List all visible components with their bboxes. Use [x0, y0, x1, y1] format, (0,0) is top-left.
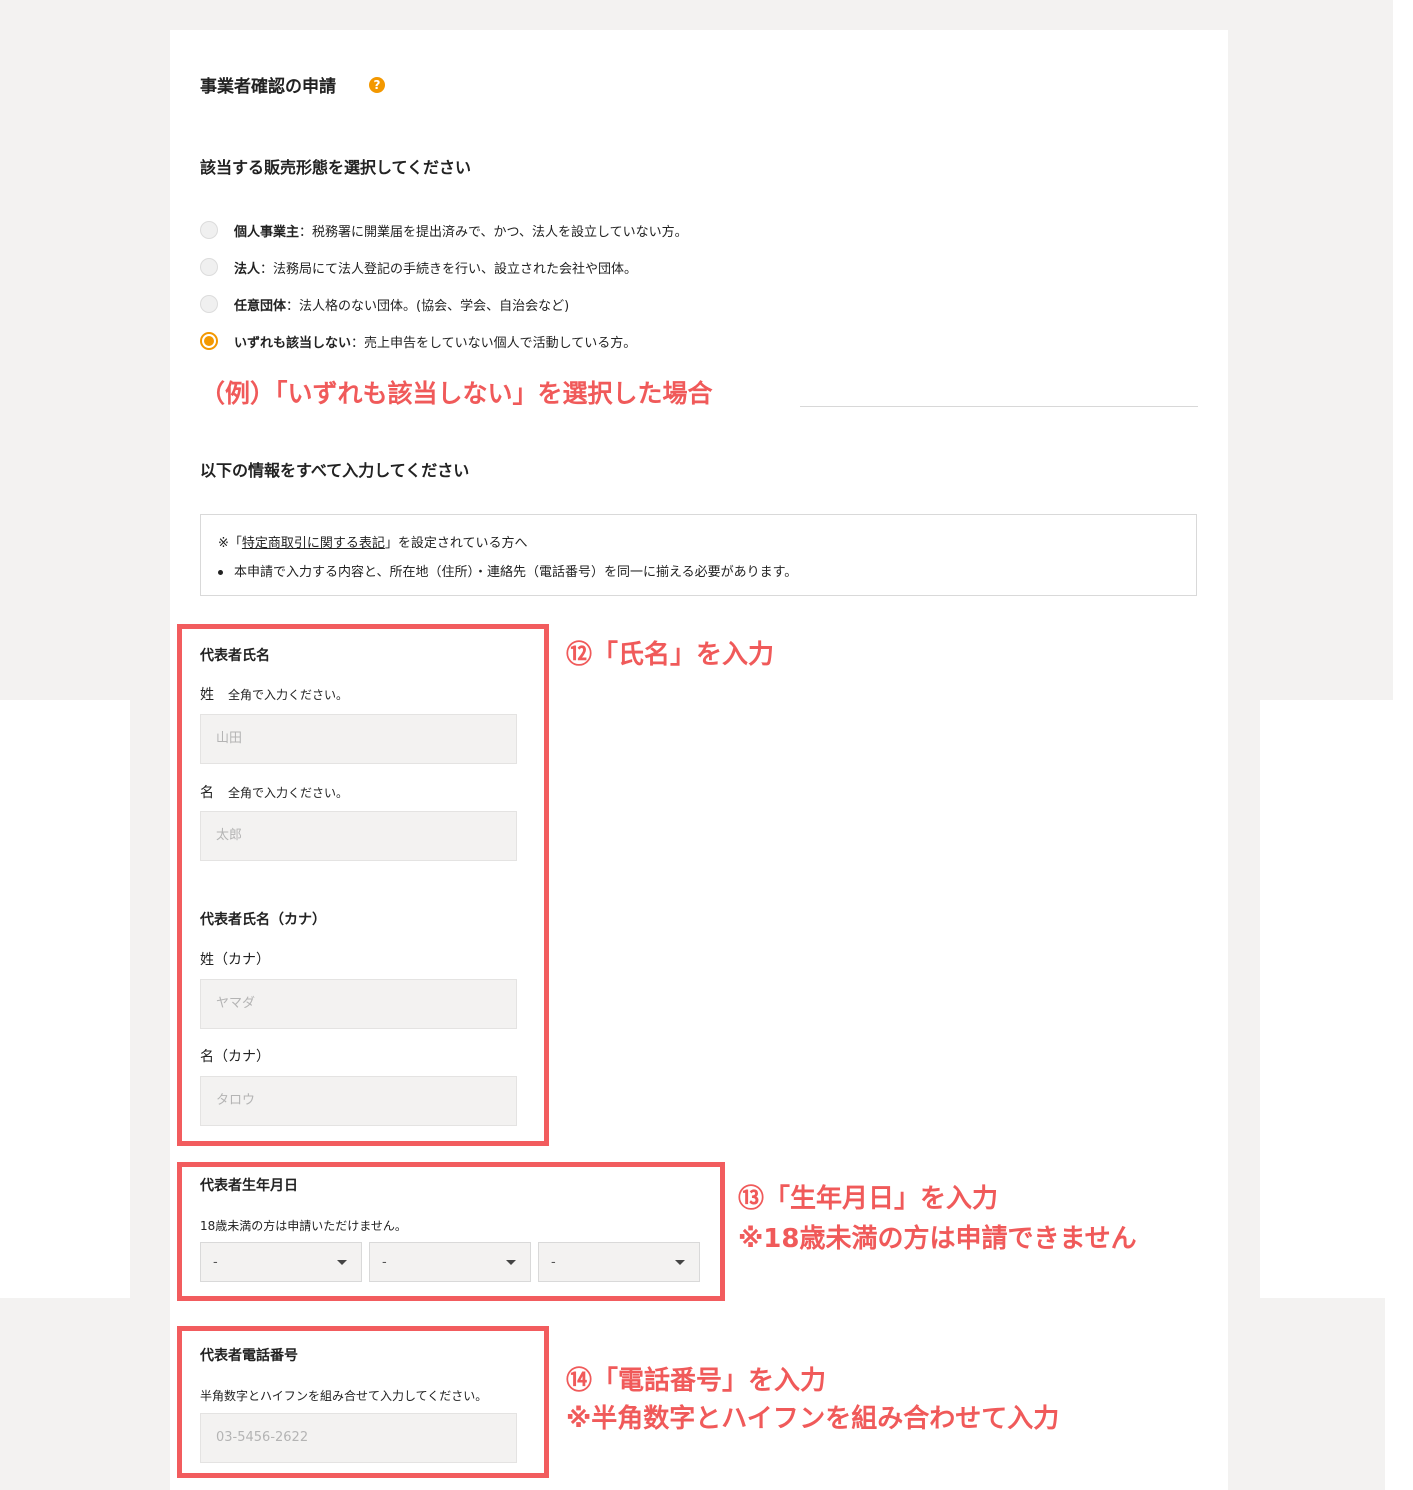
radio-button[interactable] [200, 258, 218, 276]
sales-type-heading: 該当する販売形態を選択してください [200, 158, 472, 177]
notice-bullet-text: 本申請で入力する内容と、所在地（住所）・連絡先（電話番号）を同一に揃える必要があ… [234, 565, 798, 580]
radio-option-name: 任意団体 [234, 298, 287, 314]
info-heading: 以下の情報をすべて入力してください [200, 461, 470, 480]
first-name-input[interactable]: 太郎 [200, 811, 517, 861]
notice-bullet-item: 本申請で入力する内容と、所在地（住所）・連絡先（電話番号）を同一に揃える必要があ… [218, 561, 797, 580]
tokushoho-link[interactable]: 特定商取引に関する表記 [242, 536, 385, 551]
phone-heading: 代表者電話番号 [200, 1348, 298, 1364]
first-name-kana-label: 名（カナ） [200, 1049, 270, 1065]
birth-day-value: - [551, 1255, 556, 1270]
birthdate-annotation-line2: ※18歳未満の方は申請できません [738, 1224, 1137, 1254]
birth-month-select[interactable]: - [369, 1242, 531, 1282]
rep-name-heading: 代表者氏名 [200, 648, 270, 664]
phone-hint: 半角数字とハイフンを組み合せて入力してください。 [200, 1389, 488, 1403]
notice-title: ※「特定商取引に関する表記」を設定されている方へ [218, 532, 528, 551]
birthdate-annotation-line1: ⑬「生年月日」を入力 [738, 1184, 999, 1214]
bullet-icon [218, 570, 223, 575]
birthdate-hint: 18歳未満の方は申請いただけません。 [200, 1219, 407, 1233]
rep-name-kana-heading: 代表者氏名（カナ） [200, 912, 326, 928]
notice-prefix: ※「 [218, 536, 242, 551]
radio-option-desc: ：税務署に開業届を提出済みで、かつ、法人を設立していない方。 [299, 224, 688, 240]
birth-day-select[interactable]: - [538, 1242, 700, 1282]
birth-year-select[interactable]: - [200, 1242, 362, 1282]
phone-input[interactable]: 03-5456-2622 [200, 1413, 517, 1463]
first-name-label: 名 [200, 785, 214, 801]
radio-option-name: いずれも該当しない [234, 335, 352, 351]
first-name-hint: 全角で入力ください。 [228, 786, 349, 800]
last-name-label: 姓 [200, 687, 214, 703]
radio-button-selected[interactable] [200, 332, 218, 350]
birthdate-heading: 代表者生年月日 [200, 1178, 298, 1194]
radio-option-desc: ：法務局にて法人登記の手続きを行い、設立された会社や団体。 [260, 261, 638, 277]
phone-annotation-line2: ※半角数字とハイフンを組み合わせて入力 [566, 1404, 1060, 1434]
notice-box: ※「特定商取引に関する表記」を設定されている方へ 本申請で入力する内容と、所在地… [200, 514, 1197, 596]
radio-option-desc: ：法人格のない団体。(協会、学会、自治会など) [286, 298, 570, 314]
divider [800, 406, 1198, 407]
last-name-kana-input[interactable]: ヤマダ [200, 979, 517, 1029]
name-annotation: ⑫「氏名」を入力 [566, 640, 775, 670]
caret-down-icon [675, 1260, 685, 1265]
birth-year-value: - [213, 1255, 218, 1270]
last-name-label-row: 姓全角で入力ください。 [200, 684, 348, 704]
radio-button[interactable] [200, 295, 218, 313]
last-name-input[interactable]: 山田 [200, 714, 517, 764]
radio-option-desc: ：売上申告をしていない個人で活動している方。 [351, 335, 637, 351]
example-annotation: （例）「いずれも該当しない」を選択した場合 [200, 379, 713, 408]
radio-option-name: 個人事業主 [234, 224, 300, 240]
radio-option-name: 法人 [234, 261, 261, 277]
radio-option-sole-proprietor[interactable]: 個人事業主 ：税務署に開業届を提出済みで、かつ、法人を設立していない方。 [200, 218, 688, 242]
first-name-kana-input[interactable]: タロウ [200, 1076, 517, 1126]
caret-down-icon [337, 1260, 347, 1265]
radio-button[interactable] [200, 221, 218, 239]
phone-annotation-line1: ⑭「電話番号」を入力 [566, 1366, 827, 1396]
page-title: 事業者確認の申請 [200, 77, 336, 97]
radio-option-voluntary-group[interactable]: 任意団体 ：法人格のない団体。(協会、学会、自治会など) [200, 292, 569, 316]
help-icon[interactable]: ? [369, 77, 385, 93]
radio-option-corporation[interactable]: 法人 ：法務局にて法人登記の手続きを行い、設立された会社や団体。 [200, 255, 637, 279]
radio-option-none[interactable]: いずれも該当しない ：売上申告をしていない個人で活動している方。 [200, 329, 636, 353]
caret-down-icon [506, 1260, 516, 1265]
first-name-label-row: 名全角で入力ください。 [200, 782, 348, 802]
notice-suffix: 」を設定されている方へ [384, 536, 528, 551]
last-name-kana-label: 姓（カナ） [200, 952, 270, 968]
birth-month-value: - [382, 1255, 387, 1270]
last-name-hint: 全角で入力ください。 [228, 688, 349, 702]
